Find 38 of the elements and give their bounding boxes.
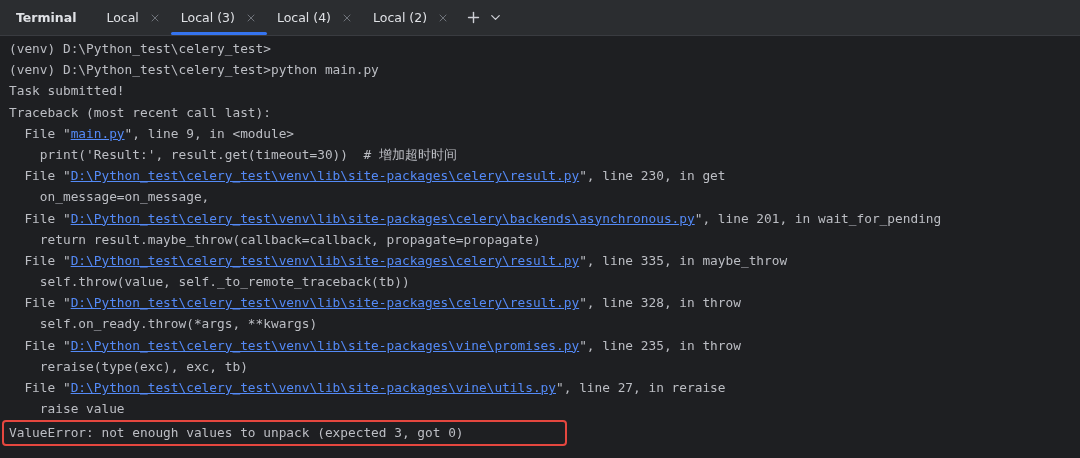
terminal-text: (venv) D:\Python_test\celery_test> [9,40,271,58]
terminal-text: File " [23,124,71,143]
terminal-text: print('Result:', result.get(timeout=30)) # 增加超时时间 [38,145,457,164]
file-link[interactable]: D:\Python_test\celery_test\venv\lib\site-packages\celery\result.py [70,249,580,272]
terminal-text: File " [23,336,71,355]
terminal-tab[interactable]: Local (4) [266,0,363,35]
terminal-text: File " [23,379,71,397]
terminal-text: Task submitted! [9,82,125,101]
terminal-text: ", line 335, in maybe_throw [579,251,788,270]
terminal-text: File " [23,294,71,313]
file-link[interactable]: D:\Python_test\celery_test\venv\lib\site-packages\vine\promises.py [70,334,580,356]
file-link[interactable]: D:\Python_test\celery_test\venv\lib\site-packages\celery\backends\asynchronous.py [70,207,695,229]
terminal-text: ", line 235, in throw [579,336,741,355]
terminal-text: reraise(type(exc), exc, tb) [38,357,248,376]
terminal-text: File " [23,251,71,270]
terminal-tab[interactable]: Local (2) [363,0,460,35]
terminal-tab[interactable]: Local (3) [170,0,267,35]
terminal-text: self.throw(value, self._to_remote_traceback(tb)) [38,273,410,292]
file-link[interactable]: D:\Python_test\celery_test\venv\lib\site-packages\celery\result.py [70,292,580,314]
terminal-text: raise value [38,400,125,419]
terminal-text: File " [23,209,71,228]
terminal-text: self.on_ready.throw(*args, **kwargs) [38,315,318,334]
file-link[interactable]: D:\Python_test\celery_test\venv\lib\site-packages\vine\utils.py [70,377,557,399]
file-link[interactable]: D:\Python_test\celery_test\venv\lib\site-packages\celery\result.py [70,165,580,187]
file-link[interactable]: main.py [70,122,125,144]
terminal-text: ", line 230, in get [579,167,726,186]
terminal-text: ", line 328, in throw [579,294,741,313]
terminal-tab[interactable]: Local [96,0,171,35]
terminal-text: ValueError: not enough values to unpack (expected 3, got 0) [9,424,464,443]
terminal-text: ", line 9, in <module> [124,124,295,143]
terminal-text: Traceback (most recent call last): [9,103,271,122]
terminal-text: return result.maybe_throw(callback=callback, propagate=propagate) [38,230,541,249]
terminal-text: File " [23,167,71,186]
terminal-text: (venv) D:\Python_test\celery_test>python main.py [9,61,379,80]
panel-title: Terminal [16,9,77,27]
terminal-text: ", line 201, in wait_for_pending [694,209,942,228]
terminal-text: on_message=on_message, [38,188,210,207]
terminal-text: ", line 27, in reraise [556,379,726,397]
